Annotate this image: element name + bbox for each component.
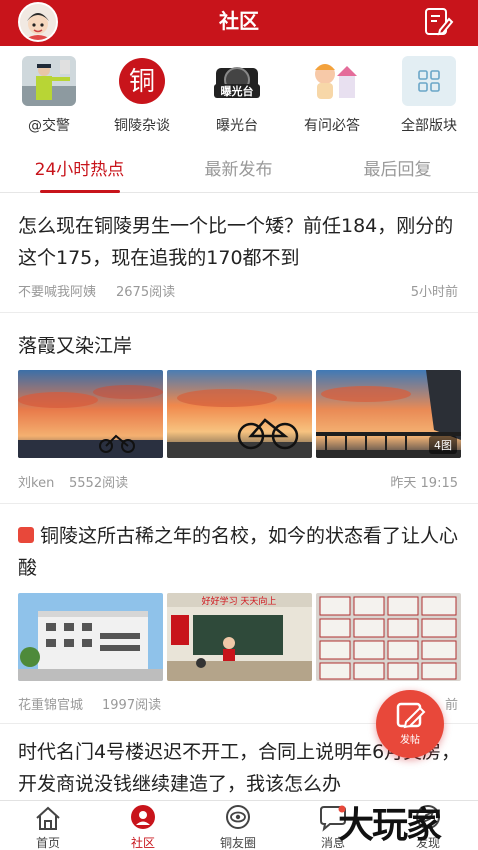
post-time: 昨天 19:15 xyxy=(390,476,458,491)
board-traffic-police[interactable]: @交警 xyxy=(0,56,90,134)
watermark-logo: 大玩家 xyxy=(338,804,442,846)
post-title-wrap: 铜陵这所古稀之年的名校，如今的状态看了让人心酸 xyxy=(18,520,464,584)
exposure-emblem-text: 曝光台 xyxy=(221,84,254,98)
circle-eye-icon xyxy=(226,805,250,829)
post-read-count: 2675阅读 xyxy=(116,285,176,300)
post-images: 4图 xyxy=(18,370,462,458)
all-boards-thumb xyxy=(402,56,456,106)
board-qa[interactable]: 有问必答 xyxy=(283,56,373,134)
post-image[interactable]: 好好学习 天天向上 xyxy=(167,593,312,681)
post-title: 怎么现在铜陵男生一个比一个矮？前任184，刚分的这个175，现在追我的170都不… xyxy=(18,215,454,269)
post-meta: 刘ken 5552阅读 昨天 19:15 xyxy=(18,472,464,491)
nav-home[interactable]: 首页 xyxy=(3,801,93,850)
board-shortcuts: @交警 铜 铜陵杂谈 曝光台 曝光台 有问必答 全部版块 xyxy=(0,46,478,138)
feed-tabs: 24小时热点 最新发布 最后回复 xyxy=(0,147,478,193)
fab-label: 发帖 xyxy=(400,735,420,746)
board-label: 铜陵杂谈 xyxy=(114,118,170,134)
post-author: 不要喊我阿姨 xyxy=(18,285,97,300)
edit-post-button[interactable] xyxy=(422,6,454,38)
post-title: 落霞又染江岸 xyxy=(18,335,133,357)
post-meta: 不要喊我阿姨 2675阅读 5小时前 xyxy=(18,281,464,300)
nav-label: 铜友圈 xyxy=(219,836,256,850)
image-count-badge: 4图 xyxy=(429,436,457,454)
board-label: @交警 xyxy=(28,118,70,134)
pencil-icon xyxy=(396,702,426,729)
post-item[interactable]: 怎么现在铜陵男生一个比一个矮？前任184，刚分的这个175，现在追我的170都不… xyxy=(0,194,478,310)
nav-friends-circle[interactable]: 铜友圈 xyxy=(193,801,283,850)
post-read-count: 1997阅读 xyxy=(102,698,162,713)
traffic-police-image xyxy=(22,56,76,106)
nav-label: 首页 xyxy=(35,836,60,850)
nav-label: 社区 xyxy=(130,836,155,850)
post-author: 刘ken xyxy=(18,476,55,491)
post-time: 前 xyxy=(444,698,458,713)
board-exposure[interactable]: 曝光台 曝光台 xyxy=(188,56,278,134)
post-time: 5小时前 xyxy=(410,285,458,300)
post-author: 花重锦官城 xyxy=(18,698,84,713)
nav-community[interactable]: 社区 xyxy=(98,801,188,850)
post-item[interactable]: 铜陵这所古稀之年的名校，如今的状态看了让人心酸 好好学习 天天向上 花重锦官城 … xyxy=(0,504,478,719)
post-title: 铜陵这所古稀之年的名校，如今的状态看了让人心酸 xyxy=(18,525,459,579)
post-read-count: 5552阅读 xyxy=(69,476,129,491)
qa-emblem xyxy=(305,56,359,106)
home-icon xyxy=(36,806,60,830)
classroom-banner-text: 好好学习 天天向上 xyxy=(202,595,277,607)
post-item[interactable]: 落霞又染江岸 4图 刘ken 5552阅读 昨天 19:15 xyxy=(0,313,478,508)
tongling-chat-emblem: 铜 xyxy=(115,56,169,106)
page-title: 社区 xyxy=(219,9,259,33)
edit-post-icon xyxy=(425,8,454,36)
tab-last-reply[interactable]: 最后回复 xyxy=(318,147,477,193)
post-image[interactable] xyxy=(167,370,312,458)
grid-icon xyxy=(418,70,440,92)
board-label: 有问必答 xyxy=(304,118,360,134)
post-images: 好好学习 天天向上 xyxy=(18,593,462,681)
post-image[interactable] xyxy=(18,370,163,458)
exposure-emblem: 曝光台 xyxy=(210,56,264,106)
post-image[interactable]: 4图 xyxy=(316,370,461,458)
board-all[interactable]: 全部版块 xyxy=(380,56,470,134)
tongling-emblem-text: 铜 xyxy=(129,67,155,97)
community-icon xyxy=(131,805,155,829)
active-tab-indicator xyxy=(40,190,120,193)
board-tongling-chat[interactable]: 铜 铜陵杂谈 xyxy=(93,56,183,134)
new-post-fab[interactable]: 发帖 xyxy=(376,690,444,758)
post-image[interactable] xyxy=(316,593,461,681)
tab-latest[interactable]: 最新发布 xyxy=(159,147,318,193)
top-bar: 社区 xyxy=(0,0,478,46)
tab-24h-hot[interactable]: 24小时热点 xyxy=(0,147,159,193)
hot-badge-icon xyxy=(18,527,34,543)
board-label: 曝光台 xyxy=(216,118,258,134)
post-image[interactable] xyxy=(18,593,163,681)
board-label: 全部版块 xyxy=(401,118,457,134)
